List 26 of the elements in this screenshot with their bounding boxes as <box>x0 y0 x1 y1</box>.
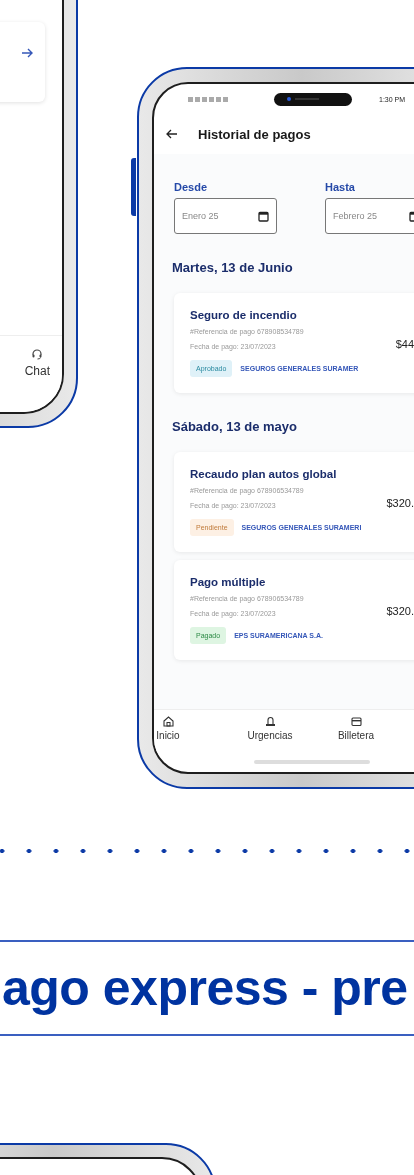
home-icon <box>162 716 174 727</box>
field-label: Hasta <box>325 181 356 193</box>
nav-item[interactable]: Urgencias <box>240 710 300 756</box>
payment-title: Recaudo plan autos global <box>190 468 338 480</box>
payment-title: Pago múltiple <box>190 576 267 588</box>
screen-title: Historial de pagos <box>198 126 311 142</box>
date-field[interactable]: Enero 25 <box>174 198 277 234</box>
date-heading: Martes, 13 de Junio <box>172 260 294 275</box>
calendar-icon[interactable] <box>258 210 269 222</box>
siren-icon <box>264 716 276 727</box>
section-title: ago express - pre <box>2 959 408 1017</box>
field-label: Desde <box>174 181 209 193</box>
arrow-right-icon[interactable] <box>21 48 33 58</box>
signal-icon <box>188 96 228 102</box>
payment-amount: $320. <box>386 605 414 617</box>
card-icon <box>350 716 362 727</box>
nav-item[interactable]: Chat <box>20 336 54 390</box>
payment-amount: $320. <box>386 497 414 509</box>
headset-icon <box>31 348 44 360</box>
payment-title: Seguro de incendio <box>190 309 298 321</box>
date-heading: Sábado, 13 de mayo <box>172 419 298 434</box>
date-field[interactable]: Febrero 25 <box>325 198 414 234</box>
nav-item[interactable]: Billetera <box>326 710 386 756</box>
nav-item[interactable]: Inicio <box>154 710 182 756</box>
payment-amount: $44 <box>395 338 414 350</box>
back-arrow-icon[interactable] <box>166 129 178 139</box>
